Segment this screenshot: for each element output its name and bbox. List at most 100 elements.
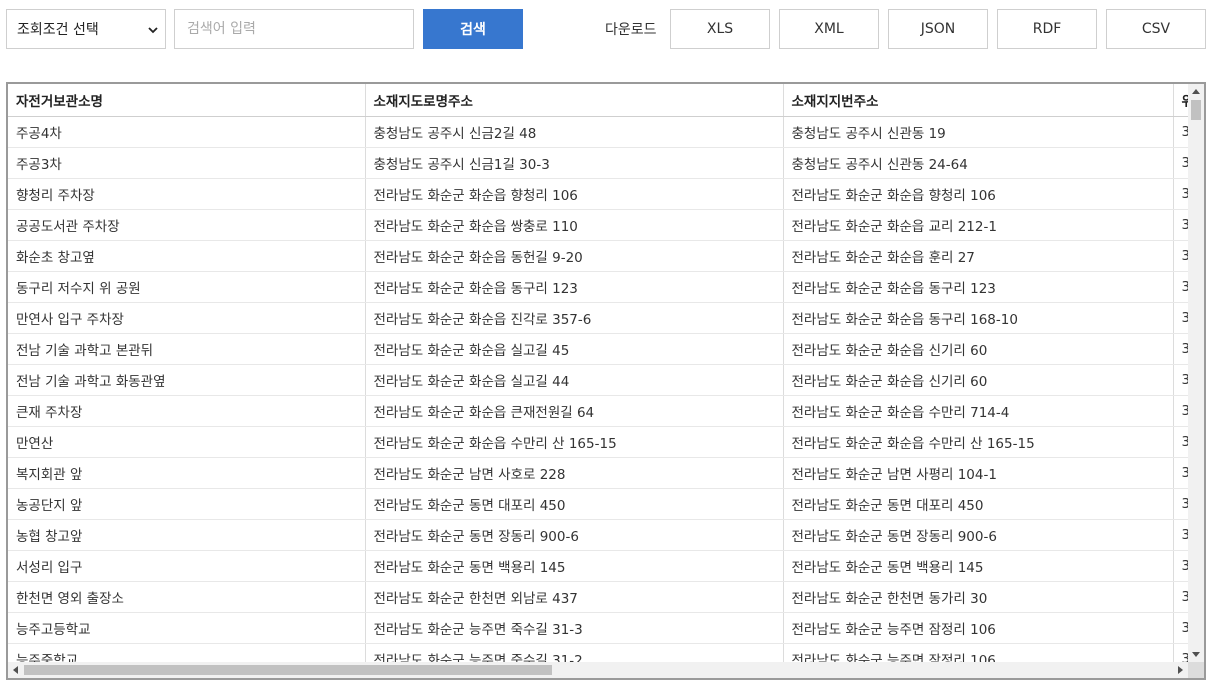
cell-road-address: 전라남도 화순군 화순읍 동구리 123 bbox=[365, 271, 784, 303]
cell-road-address: 전라남도 화순군 동면 장동리 900-6 bbox=[365, 519, 784, 551]
cell-partial: 3 bbox=[1173, 240, 1188, 272]
cell-name: 전남 기술 과학고 화동관옆 bbox=[8, 364, 366, 396]
download-json-button[interactable]: JSON bbox=[888, 9, 988, 49]
table-row[interactable]: 향청리 주차장 전라남도 화순군 화순읍 향청리 106 전라남도 화순군 화순읍 … bbox=[8, 178, 1188, 210]
data-grid: 자전거보관소명 소재지도로명주소 소재지지번주소 위 주공4차충청남도 공주시 … bbox=[6, 82, 1206, 680]
select-value: 조회조건 선택 bbox=[17, 22, 99, 38]
cell-road-address: 전라남도 화순군 화순읍 쌍충로 110 bbox=[365, 209, 784, 241]
table-row[interactable]: 농공단지 앞 전라남도 화순군 동면 대포리 450 전라남도 화순군 동면 대포리… bbox=[8, 488, 1188, 520]
cell-lot-address: 전라남도 화순군 한천면 동가리 30 bbox=[783, 581, 1174, 613]
cell-lot-address: 전라남도 화순군 동면 백용리 145 bbox=[783, 550, 1174, 582]
cell-partial: 3 bbox=[1173, 426, 1188, 458]
cell-road-address: 전라남도 화순군 화순읍 실고길 44 bbox=[365, 364, 784, 396]
table-row[interactable]: 전남 기술 과학고 화동관옆 전라남도 화순군 화순읍 실고길 44 전라남도 화순… bbox=[8, 364, 1188, 396]
cell-lot-address: 전라남도 화순군 화순읍 동구리 168-10 bbox=[783, 302, 1174, 334]
header-name[interactable]: 자전거보관소명 bbox=[8, 84, 366, 117]
table-row[interactable]: 능주고등학교 전라남도 화순군 능주면 죽수길 31-3 전라남도 화순군 능주면 … bbox=[8, 612, 1188, 644]
toolbar: 조회조건 선택 검색 다운로드 XLS XML JSON RDF CSV bbox=[0, 0, 1214, 60]
data-table: 자전거보관소명 소재지도로명주소 소재지지번주소 위 주공4차충청남도 공주시 … bbox=[8, 84, 1188, 662]
cell-name: 화순초 창고옆 bbox=[8, 240, 366, 272]
horizontal-scrollbar[interactable] bbox=[8, 662, 1188, 678]
table-row[interactable]: 큰재 주차장 전라남도 화순군 화순읍 큰재전원길 64 전라남도 화순군 화순읍 … bbox=[8, 395, 1188, 427]
cell-partial: 3 bbox=[1173, 116, 1188, 148]
vertical-scroll-thumb[interactable] bbox=[1191, 100, 1201, 120]
cell-partial: 3 bbox=[1173, 612, 1188, 644]
cell-partial: 3 bbox=[1173, 581, 1188, 613]
search-input[interactable] bbox=[174, 9, 414, 49]
horizontal-scroll-thumb[interactable] bbox=[24, 665, 552, 675]
cell-road-address: 전라남도 화순군 화순읍 진각로 357-6 bbox=[365, 302, 784, 334]
table-row[interactable]: 공공도서관 주차장 전라남도 화순군 화순읍 쌍충로 110 전라남도 화순군 화순… bbox=[8, 209, 1188, 241]
download-xls-button[interactable]: XLS bbox=[670, 9, 770, 49]
scroll-left-icon[interactable] bbox=[13, 666, 18, 674]
cell-partial: 3 bbox=[1173, 488, 1188, 520]
table-row[interactable]: 전남 기술 과학고 본관뒤 전라남도 화순군 화순읍 실고길 45 전라남도 화순군… bbox=[8, 333, 1188, 365]
cell-lot-address: 전라남도 화순군 능주면 잠정리 106 bbox=[783, 612, 1174, 644]
search-button[interactable]: 검색 bbox=[423, 9, 523, 49]
cell-name: 전남 기술 과학고 본관뒤 bbox=[8, 333, 366, 365]
cell-lot-address: 전라남도 화순군 화순읍 수만리 산 165-15 bbox=[783, 426, 1174, 458]
cell-name: 복지회관 앞 bbox=[8, 457, 366, 489]
header-lot-address[interactable]: 소재지지번주소 bbox=[783, 84, 1174, 117]
cell-road-address: 전라남도 화순군 능주면 죽수길 31-2 bbox=[365, 643, 784, 662]
cell-partial: 3 bbox=[1173, 209, 1188, 241]
cell-partial: 3 bbox=[1173, 643, 1188, 662]
cell-name: 큰재 주차장 bbox=[8, 395, 366, 427]
cell-name: 농공단지 앞 bbox=[8, 488, 366, 520]
cell-name: 한천면 영외 출장소 bbox=[8, 581, 366, 613]
cell-road-address: 충청남도 공주시 신금2길 48 bbox=[365, 116, 784, 148]
table-row[interactable]: 서성리 입구 전라남도 화순군 동면 백용리 145 전라남도 화순군 동면 백용리… bbox=[8, 550, 1188, 582]
cell-road-address: 충청남도 공주시 신금1길 30-3 bbox=[365, 147, 784, 179]
vertical-scrollbar[interactable] bbox=[1188, 84, 1204, 662]
scroll-down-icon[interactable] bbox=[1192, 652, 1200, 657]
table-row[interactable]: 화순초 창고옆 전라남도 화순군 화순읍 동헌길 9-20 전라남도 화순군 화순읍… bbox=[8, 240, 1188, 272]
table-row[interactable]: 능주중학교 전라남도 화순군 능주면 죽수길 31-2 전라남도 화순군 능주면 잠… bbox=[8, 643, 1188, 662]
header-partial[interactable]: 위 bbox=[1173, 84, 1188, 117]
cell-partial: 3 bbox=[1173, 457, 1188, 489]
cell-name: 주공4차 bbox=[8, 116, 366, 148]
cell-partial: 3 bbox=[1173, 147, 1188, 179]
download-csv-button[interactable]: CSV bbox=[1106, 9, 1206, 49]
chevron-down-icon bbox=[148, 27, 158, 34]
table-body: 주공4차충청남도 공주시 신금2길 48충청남도 공주시 신관동 193주공3차… bbox=[8, 116, 1188, 662]
table-row[interactable]: 농협 창고앞 전라남도 화순군 동면 장동리 900-6 전라남도 화순군 동면 장… bbox=[8, 519, 1188, 551]
cell-partial: 3 bbox=[1173, 395, 1188, 427]
cell-name: 향청리 주차장 bbox=[8, 178, 366, 210]
table-row[interactable]: 복지회관 앞 전라남도 화순군 남면 사호로 228 전라남도 화순군 남면 사평리… bbox=[8, 457, 1188, 489]
table-row[interactable]: 한천면 영외 출장소 전라남도 화순군 한천면 외남로 437 전라남도 화순군 한… bbox=[8, 581, 1188, 613]
header-road-address[interactable]: 소재지도로명주소 bbox=[365, 84, 784, 117]
download-rdf-button[interactable]: RDF bbox=[997, 9, 1097, 49]
cell-name: 농협 창고앞 bbox=[8, 519, 366, 551]
table-row[interactable]: 주공4차충청남도 공주시 신금2길 48충청남도 공주시 신관동 193 bbox=[8, 116, 1188, 148]
cell-lot-address: 전라남도 화순군 화순읍 동구리 123 bbox=[783, 271, 1174, 303]
cell-road-address: 전라남도 화순군 화순읍 동헌길 9-20 bbox=[365, 240, 784, 272]
cell-name: 서성리 입구 bbox=[8, 550, 366, 582]
grid-viewport[interactable]: 자전거보관소명 소재지도로명주소 소재지지번주소 위 주공4차충청남도 공주시 … bbox=[8, 84, 1188, 662]
scroll-right-icon[interactable] bbox=[1178, 666, 1183, 674]
cell-road-address: 전라남도 화순군 화순읍 향청리 106 bbox=[365, 178, 784, 210]
download-label: 다운로드 bbox=[605, 22, 657, 38]
cell-lot-address: 전라남도 화순군 화순읍 신기리 60 bbox=[783, 364, 1174, 396]
cell-partial: 3 bbox=[1173, 271, 1188, 303]
cell-partial: 3 bbox=[1173, 178, 1188, 210]
cell-lot-address: 전라남도 화순군 화순읍 신기리 60 bbox=[783, 333, 1174, 365]
cell-road-address: 전라남도 화순군 화순읍 실고길 45 bbox=[365, 333, 784, 365]
cell-road-address: 전라남도 화순군 화순읍 수만리 산 165-15 bbox=[365, 426, 784, 458]
cell-road-address: 전라남도 화순군 화순읍 큰재전원길 64 bbox=[365, 395, 784, 427]
cell-lot-address: 전라남도 화순군 화순읍 향청리 106 bbox=[783, 178, 1174, 210]
cell-lot-address: 전라남도 화순군 남면 사평리 104-1 bbox=[783, 457, 1174, 489]
cell-road-address: 전라남도 화순군 한천면 외남로 437 bbox=[365, 581, 784, 613]
cell-lot-address: 전라남도 화순군 동면 장동리 900-6 bbox=[783, 519, 1174, 551]
table-row[interactable]: 만연산 전라남도 화순군 화순읍 수만리 산 165-15 전라남도 화순군 화순읍… bbox=[8, 426, 1188, 458]
cell-lot-address: 전라남도 화순군 능주면 잠정리 106 bbox=[783, 643, 1174, 662]
cell-road-address: 전라남도 화순군 능주면 죽수길 31-3 bbox=[365, 612, 784, 644]
cell-lot-address: 전라남도 화순군 동면 대포리 450 bbox=[783, 488, 1174, 520]
scroll-up-icon[interactable] bbox=[1192, 89, 1200, 94]
table-row[interactable]: 동구리 저수지 위 공원 전라남도 화순군 화순읍 동구리 123 전라남도 화순군… bbox=[8, 271, 1188, 303]
table-row[interactable]: 만연사 입구 주차장 전라남도 화순군 화순읍 진각로 357-6 전라남도 화순군… bbox=[8, 302, 1188, 334]
table-row[interactable]: 주공3차 충청남도 공주시 신금1길 30-3 충청남도 공주시 신관동 24-64… bbox=[8, 147, 1188, 179]
search-condition-select[interactable]: 조회조건 선택 bbox=[6, 9, 166, 49]
cell-partial: 3 bbox=[1173, 364, 1188, 396]
cell-partial: 3 bbox=[1173, 302, 1188, 334]
download-xml-button[interactable]: XML bbox=[779, 9, 879, 49]
